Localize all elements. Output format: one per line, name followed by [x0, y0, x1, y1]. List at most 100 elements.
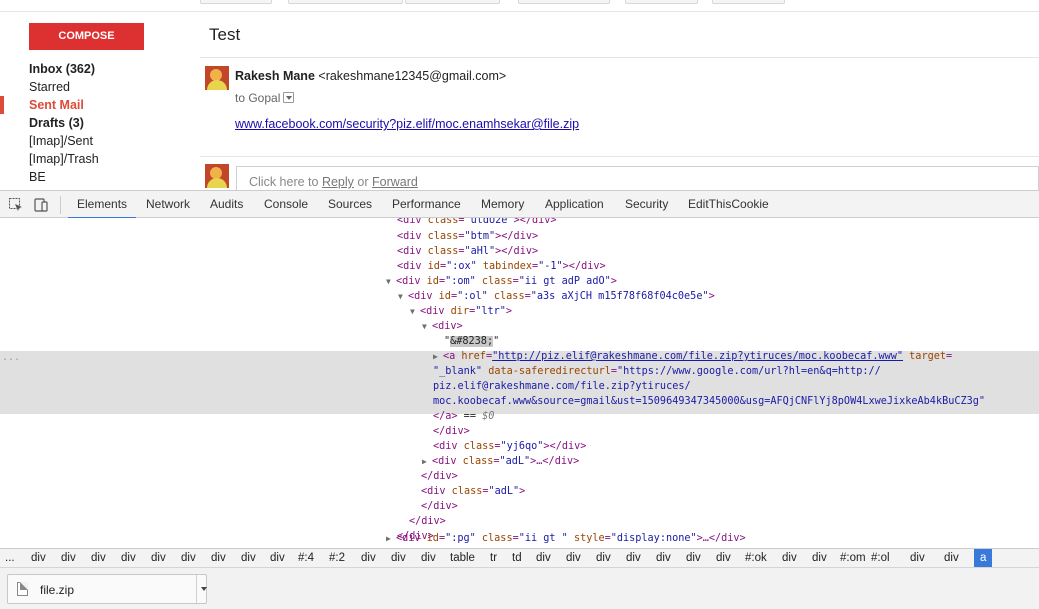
expand-triangle-icon[interactable]: ▼ [422, 319, 432, 334]
tab-performance[interactable]: Performance [383, 191, 470, 218]
selected-dom-node-continued[interactable]: piz.elif@rakeshmane.com/file.zip?ytiruce… [0, 379, 1039, 394]
breadcrumb-item[interactable]: td [512, 549, 522, 567]
nav-item-imap-trash[interactable]: [Imap]/Trash [0, 150, 190, 168]
tab-elements[interactable]: Elements [68, 191, 137, 219]
breadcrumb-item[interactable]: div [596, 549, 611, 567]
nav-item-drafts[interactable]: Drafts (3) [0, 114, 190, 132]
expand-triangle-icon[interactable]: ▼ [410, 304, 420, 319]
breadcrumb-item[interactable]: div [626, 549, 641, 567]
nav-item-be[interactable]: BE [0, 168, 190, 186]
toolbar-button[interactable] [405, 0, 500, 4]
toolbar-button[interactable] [200, 0, 272, 4]
nav-item-sent-mail[interactable]: Sent Mail [0, 96, 190, 114]
dom-node-line[interactable]: ▼ <div id=":om" class="ii gt adP adO"> [0, 274, 1039, 289]
forward-link[interactable]: Forward [372, 175, 418, 189]
expand-triangle-icon[interactable]: ▼ [386, 274, 396, 289]
selected-dom-node[interactable]: ▶ <a href="http://piz.elif@rakeshmane.com… [0, 349, 1039, 364]
download-file-name[interactable]: file.zip [40, 583, 74, 597]
nav-item-imap-sent[interactable]: [Imap]/Sent [0, 132, 190, 150]
collapse-triangle-icon[interactable]: ▶ [433, 349, 443, 364]
selected-dom-node-continued[interactable]: moc.koobecaf.www&source=gmail&ust=150964… [0, 394, 1039, 409]
tab-console[interactable]: Console [255, 191, 317, 218]
breadcrumb-item[interactable]: #:om [840, 549, 866, 567]
elements-tree[interactable]: ... <div class="utdU2e"></div> <div clas… [0, 218, 1039, 548]
breadcrumb-item[interactable]: div [536, 549, 551, 567]
breadcrumb-item[interactable]: div [181, 549, 196, 567]
breadcrumb-item[interactable]: div [391, 549, 406, 567]
dom-node-line[interactable]: <div class="btm"></div> [0, 229, 1039, 244]
toolbar-button[interactable] [625, 0, 698, 4]
breadcrumb-item[interactable]: div [421, 549, 436, 567]
breadcrumb-item[interactable]: div [241, 549, 256, 567]
breadcrumb-item[interactable]: #:2 [329, 549, 345, 567]
breadcrumb-item[interactable]: div [782, 549, 797, 567]
dom-text-node[interactable]: "&#8238;" [0, 334, 1039, 349]
collapse-triangle-icon[interactable]: ▶ [386, 531, 396, 546]
toolbar-button[interactable] [518, 0, 610, 4]
dom-node-line[interactable]: ▼ <div> [0, 319, 1039, 334]
nav-item-starred[interactable]: Starred [0, 78, 190, 96]
breadcrumb-item[interactable]: #:ol [871, 549, 890, 567]
breadcrumb-item[interactable]: div [361, 549, 376, 567]
breadcrumb-item[interactable]: div [944, 549, 959, 567]
breadcrumb-item-selected[interactable]: a [974, 549, 993, 567]
breadcrumb-item[interactable]: div [910, 549, 925, 567]
breadcrumb-item[interactable]: div [61, 549, 76, 567]
dom-node-line[interactable]: ▶ <div id=":pg" class="ii gt " style="dis… [0, 531, 1039, 546]
dom-node-line[interactable]: </div> [0, 424, 1039, 439]
breadcrumb-item[interactable]: div [812, 549, 827, 567]
sender-name[interactable]: Rakesh Mane [235, 69, 315, 83]
selected-dom-node-continued[interactable]: "_blank" data-saferedirecturl="https://w… [0, 364, 1039, 379]
tab-network[interactable]: Network [137, 191, 199, 218]
breadcrumb-item[interactable]: #:ok [745, 549, 767, 567]
breadcrumb-item[interactable]: div [121, 549, 136, 567]
breadcrumb-ellipsis[interactable]: ... [5, 549, 15, 567]
dom-node-line[interactable]: </div> [0, 514, 1039, 529]
dom-node-line[interactable]: ▼ <div dir="ltr"> [0, 304, 1039, 319]
download-item[interactable]: file.zip [7, 574, 207, 604]
tab-application[interactable]: Application [536, 191, 613, 218]
device-toolbar-icon[interactable] [33, 197, 49, 213]
chevron-down-icon[interactable] [283, 92, 295, 103]
breadcrumb-item[interactable]: div [151, 549, 166, 567]
expand-triangle-icon[interactable]: ▼ [398, 289, 408, 304]
breadcrumb-item[interactable]: #:4 [298, 549, 314, 567]
breadcrumb-item[interactable]: tr [490, 549, 497, 567]
compose-button[interactable]: COMPOSE [29, 23, 144, 50]
breadcrumb-item[interactable]: table [450, 549, 475, 567]
inspect-element-icon[interactable] [8, 197, 24, 213]
dom-node-line[interactable]: ▶ <div class="adL">…</div> [0, 454, 1039, 469]
breadcrumb-item[interactable]: div [566, 549, 581, 567]
tab-audits[interactable]: Audits [201, 191, 252, 218]
breadcrumb-item[interactable]: div [716, 549, 731, 567]
breadcrumb-item[interactable]: div [91, 549, 106, 567]
chevron-down-icon[interactable] [201, 587, 207, 591]
message-link[interactable]: www.facebook.com/security?piz.elif/moc.e… [235, 117, 579, 131]
mail-nav: Inbox (362) Starred Sent Mail Drafts (3)… [0, 60, 190, 186]
sender-avatar[interactable] [205, 66, 229, 90]
dom-node-line[interactable]: <div id=":ox" tabindex="-1"></div> [0, 259, 1039, 274]
tab-editthiscookie[interactable]: EditThisCookie [679, 191, 778, 218]
tab-sources[interactable]: Sources [319, 191, 381, 218]
dom-node-line[interactable]: <div class="yj6qo"></div> [0, 439, 1039, 454]
dom-node-line[interactable]: <div class="utdU2e"></div> [0, 218, 1039, 228]
breadcrumb-item[interactable]: div [656, 549, 671, 567]
nav-item-inbox[interactable]: Inbox (362) [0, 60, 190, 78]
dom-node-line[interactable]: </div> [0, 499, 1039, 514]
toolbar-button[interactable] [712, 0, 785, 4]
dom-node-line[interactable]: <div class="aHl"></div> [0, 244, 1039, 259]
tab-memory[interactable]: Memory [472, 191, 533, 218]
dom-node-line[interactable]: </div> [0, 469, 1039, 484]
tab-security[interactable]: Security [616, 191, 677, 218]
reply-link[interactable]: Reply [322, 175, 354, 189]
collapse-triangle-icon[interactable]: ▶ [422, 454, 432, 469]
breadcrumb-item[interactable]: div [270, 549, 285, 567]
breadcrumb-item[interactable]: div [211, 549, 226, 567]
selected-dom-node-close[interactable]: </a> == $0 [0, 409, 1039, 424]
breadcrumb-item[interactable]: div [31, 549, 46, 567]
dom-node-line[interactable]: <div class="adL"> [0, 484, 1039, 499]
breadcrumb-item[interactable]: div [686, 549, 701, 567]
dom-node-line[interactable]: ▼ <div id=":ol" class="a3s aXjCH m15f78f6… [0, 289, 1039, 304]
toolbar-button[interactable] [288, 0, 403, 4]
reply-box[interactable]: Click here to Reply or Forward [236, 166, 1039, 190]
